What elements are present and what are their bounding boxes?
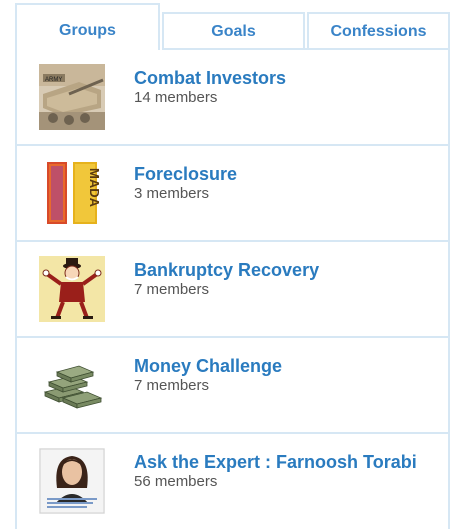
tab-confessions-label: Confessions [330,23,427,40]
list-item[interactable]: MADA Foreclosure 3 members [17,146,448,242]
group-title[interactable]: Ask the Expert : Farnoosh Torabi [134,451,434,473]
tab-bar: Groups Goals Confessions [15,3,450,50]
member-count: 14 members [134,89,218,106]
list-item[interactable]: Ask the Expert : Farnoosh Torabi 56 memb… [17,434,448,529]
svg-text:MADA: MADA [87,168,102,208]
member-count: 56 members [134,473,218,490]
group-title[interactable]: Bankruptcy Recovery [134,259,434,281]
groups-widget: Groups Goals Confessions ARMY Combat Inv… [15,3,450,529]
cash-stacks-photo[interactable] [39,352,105,418]
group-list: ARMY Combat Investors 14 members MADA Fo… [15,50,450,529]
mada-sign-photo[interactable]: MADA [39,160,105,226]
group-title[interactable]: Foreclosure [134,163,434,185]
tab-confessions[interactable]: Confessions [307,12,450,50]
member-count: 3 members [134,185,210,202]
tab-groups-label: Groups [59,21,116,39]
group-title[interactable]: Combat Investors [134,67,434,89]
tab-goals-label: Goals [211,23,256,40]
list-item-text: Foreclosure 3 members [134,163,434,202]
list-item[interactable]: Bankruptcy Recovery 7 members [17,242,448,338]
list-item[interactable]: Money Challenge 7 members [17,338,448,434]
woman-portrait-photo[interactable] [39,448,105,514]
monopoly-man-illustration[interactable] [39,256,105,322]
tank-photo[interactable]: ARMY [39,64,105,130]
tab-groups[interactable]: Groups [15,3,160,50]
member-count: 7 members [134,377,210,394]
list-item-text: Money Challenge 7 members [134,355,434,394]
group-title[interactable]: Money Challenge [134,355,434,377]
list-item-text: Ask the Expert : Farnoosh Torabi 56 memb… [134,451,434,490]
svg-text:ARMY: ARMY [45,77,62,83]
member-count: 7 members [134,281,210,298]
tab-goals[interactable]: Goals [162,12,305,50]
list-item-text: Bankruptcy Recovery 7 members [134,259,434,298]
list-item-text: Combat Investors 14 members [134,67,434,106]
list-item[interactable]: ARMY Combat Investors 14 members [17,50,448,146]
